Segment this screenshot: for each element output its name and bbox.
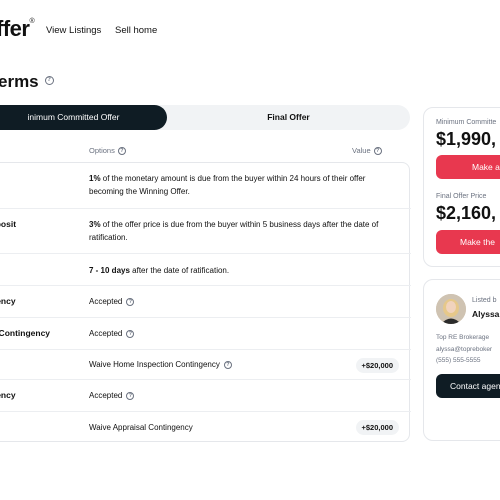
help-icon[interactable]: ? [126, 329, 135, 338]
listed-by-label: Listed b [472, 297, 497, 304]
help-icon[interactable]: ? [117, 147, 126, 156]
table-row: eposit 3% of the offer price is due from… [0, 208, 411, 253]
tab-final-offer[interactable]: Final Offer [167, 105, 410, 130]
value-header-label: Value [352, 146, 371, 155]
value-badge: +$20,000 [355, 420, 399, 435]
help-icon[interactable]: ? [373, 147, 382, 156]
make-offer-button[interactable]: Make a [436, 155, 500, 179]
row-option-text: Waive Home Inspection Contingency [89, 360, 220, 369]
value-badge: +$20,000 [355, 358, 399, 373]
row-label: gency [0, 390, 16, 400]
min-offer-price: $1,990, [436, 129, 497, 149]
row-option-text: Accepted [89, 391, 123, 400]
agent-avatar [436, 294, 466, 324]
row-option-text: after the date of ratification. [129, 266, 230, 275]
table-row: 1% of the monetary amount is due from th… [0, 163, 411, 208]
nav-link-view-listings[interactable]: View Listings [46, 25, 101, 36]
row-option: 1% of the monetary amount is due from th… [89, 172, 389, 198]
table-row: Waive Appraisal Contingency +$20,000 [0, 411, 411, 443]
row-option-emphasis: 3% [89, 220, 101, 229]
row-option: 3% of the offer price is due from the bu… [89, 218, 389, 244]
row-option: Waive Appraisal Contingency [89, 421, 389, 434]
row-option-text: Accepted [89, 329, 123, 338]
row-label: n Contingency [0, 328, 51, 338]
row-option: Waive Home Inspection Contingency? [89, 358, 389, 371]
page-title: erms? [0, 72, 54, 92]
nav-link-sell-home[interactable]: Sell home [115, 25, 157, 36]
row-option: Accepted? [89, 389, 389, 402]
offer-tabs: inimum Committed Offer Final Offer [0, 105, 410, 130]
table-row: gency Accepted? [0, 379, 411, 411]
terms-table: 1% of the monetary amount is due from th… [0, 162, 411, 443]
final-offer-label: Final Offer Price [436, 193, 487, 200]
logo-text: ffer [0, 16, 30, 41]
help-icon[interactable]: ? [126, 391, 135, 400]
tab-minimum-committed-offer[interactable]: inimum Committed Offer [0, 105, 167, 130]
min-offer-label: Minimum Committe [436, 119, 497, 126]
contact-agent-button[interactable]: Contact agen [436, 374, 500, 398]
agent-card: Listed b Alyssa Top RE Brokerage alyssa@… [423, 279, 500, 441]
row-option-emphasis: 1% [89, 174, 101, 183]
table-row: n Contingency Accepted? [0, 317, 411, 349]
final-offer-price: $2,160, [436, 203, 497, 223]
row-option-text: Accepted [89, 297, 123, 306]
agent-phone[interactable]: (555) 555-5555 [436, 357, 480, 364]
page-title-text: erms [0, 72, 39, 91]
help-icon[interactable]: ? [126, 297, 135, 306]
row-label: gency [0, 296, 16, 306]
help-icon[interactable]: ? [223, 360, 232, 369]
table-row: gency Accepted? [0, 285, 411, 317]
table-row: 7 - 10 days after the date of ratificati… [0, 253, 411, 285]
row-option: Accepted? [89, 295, 389, 308]
avatar-image [436, 294, 466, 324]
table-row: Waive Home Inspection Contingency? +$20,… [0, 349, 411, 379]
top-nav: ffer® View Listings Sell home [0, 0, 500, 60]
help-icon[interactable]: ? [44, 76, 54, 86]
logo[interactable]: ffer® [0, 16, 35, 42]
logo-trademark: ® [29, 18, 35, 25]
row-option: Accepted? [89, 327, 389, 340]
row-option-emphasis: 7 - 10 days [89, 266, 130, 275]
make-final-offer-button[interactable]: Make the [436, 230, 500, 254]
row-option-text: of the monetary amount is due from the b… [89, 174, 366, 196]
offer-summary-card: Minimum Committe $1,990, Make a Final Of… [423, 107, 500, 267]
value-header: Value? [352, 146, 382, 156]
agent-name: Alyssa [472, 309, 500, 319]
options-header: Options? [89, 146, 126, 156]
agent-brokerage: Top RE Brokerage [436, 334, 490, 341]
row-option-text: Waive Appraisal Contingency [89, 423, 193, 432]
row-option: 7 - 10 days after the date of ratificati… [89, 264, 389, 277]
options-header-label: Options [89, 146, 115, 155]
agent-email[interactable]: alyssa@topreboker [436, 346, 492, 353]
row-option-text: of the offer price is due from the buyer… [89, 220, 379, 242]
row-label: eposit [0, 219, 17, 229]
